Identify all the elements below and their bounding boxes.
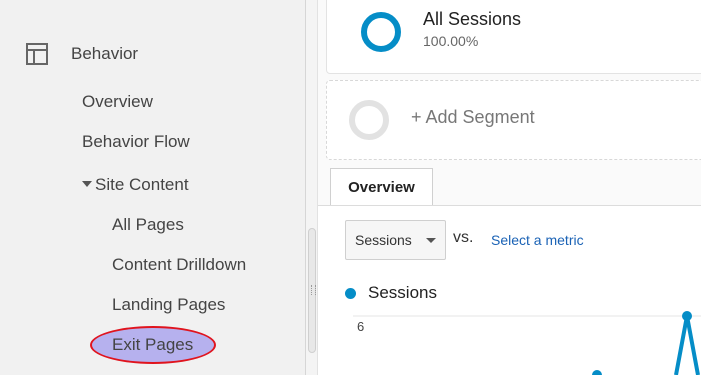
segment-name: All Sessions <box>423 9 522 29</box>
sessions-data-point[interactable] <box>682 311 692 321</box>
sidebar-item-label: Site Content <box>95 175 189 194</box>
sidebar-item-all-pages[interactable]: All Pages <box>112 215 184 235</box>
sessions-data-point[interactable] <box>592 370 602 375</box>
dropdown-arrow-icon <box>426 238 436 243</box>
segment-percent: 100.00% <box>423 33 479 49</box>
add-segment-card[interactable]: + Add Segment <box>326 80 701 160</box>
metric-select[interactable]: Sessions <box>345 220 446 260</box>
legend-label-sessions: Sessions <box>368 283 437 302</box>
segment-donut-icon <box>361 12 401 52</box>
main-content: All Sessions 100.00% + Add Segment Overv… <box>318 0 701 375</box>
sidebar-item-site-content[interactable]: Site Content <box>82 175 189 195</box>
sidebar-section-behavior[interactable]: Behavior <box>71 44 138 64</box>
sidebar-item-behavior-flow[interactable]: Behavior Flow <box>82 132 190 152</box>
sidebar-item-exit-pages[interactable]: Exit Pages <box>112 335 193 355</box>
sidebar: Behavior Overview Behavior Flow Site Con… <box>0 0 305 375</box>
segment-card-all-sessions[interactable]: All Sessions 100.00% <box>326 0 701 74</box>
sidebar-item-content-drilldown[interactable]: Content Drilldown <box>112 255 246 275</box>
metric-select-value: Sessions <box>355 232 412 248</box>
vs-label: vs. <box>453 229 474 246</box>
empty-segment-donut-icon <box>349 100 389 140</box>
y-tick-label: 6 <box>357 319 364 334</box>
sidebar-splitter[interactable] <box>305 0 318 375</box>
sidebar-item-landing-pages[interactable]: Landing Pages <box>112 295 225 315</box>
caret-down-icon <box>82 180 92 187</box>
sessions-chart[interactable]: 6 <box>318 306 701 375</box>
overview-panel: Sessions vs. Select a metric Sessions 6 <box>318 206 701 375</box>
sessions-series-line <box>674 314 700 375</box>
drag-handle-icon <box>311 285 316 295</box>
legend-dot-sessions <box>345 288 356 299</box>
add-segment-button[interactable]: + Add Segment <box>411 107 535 128</box>
select-metric-link[interactable]: Select a metric <box>491 232 584 248</box>
sidebar-item-overview[interactable]: Overview <box>82 92 153 112</box>
tab-overview[interactable]: Overview <box>330 168 433 205</box>
layout-icon <box>26 43 48 65</box>
